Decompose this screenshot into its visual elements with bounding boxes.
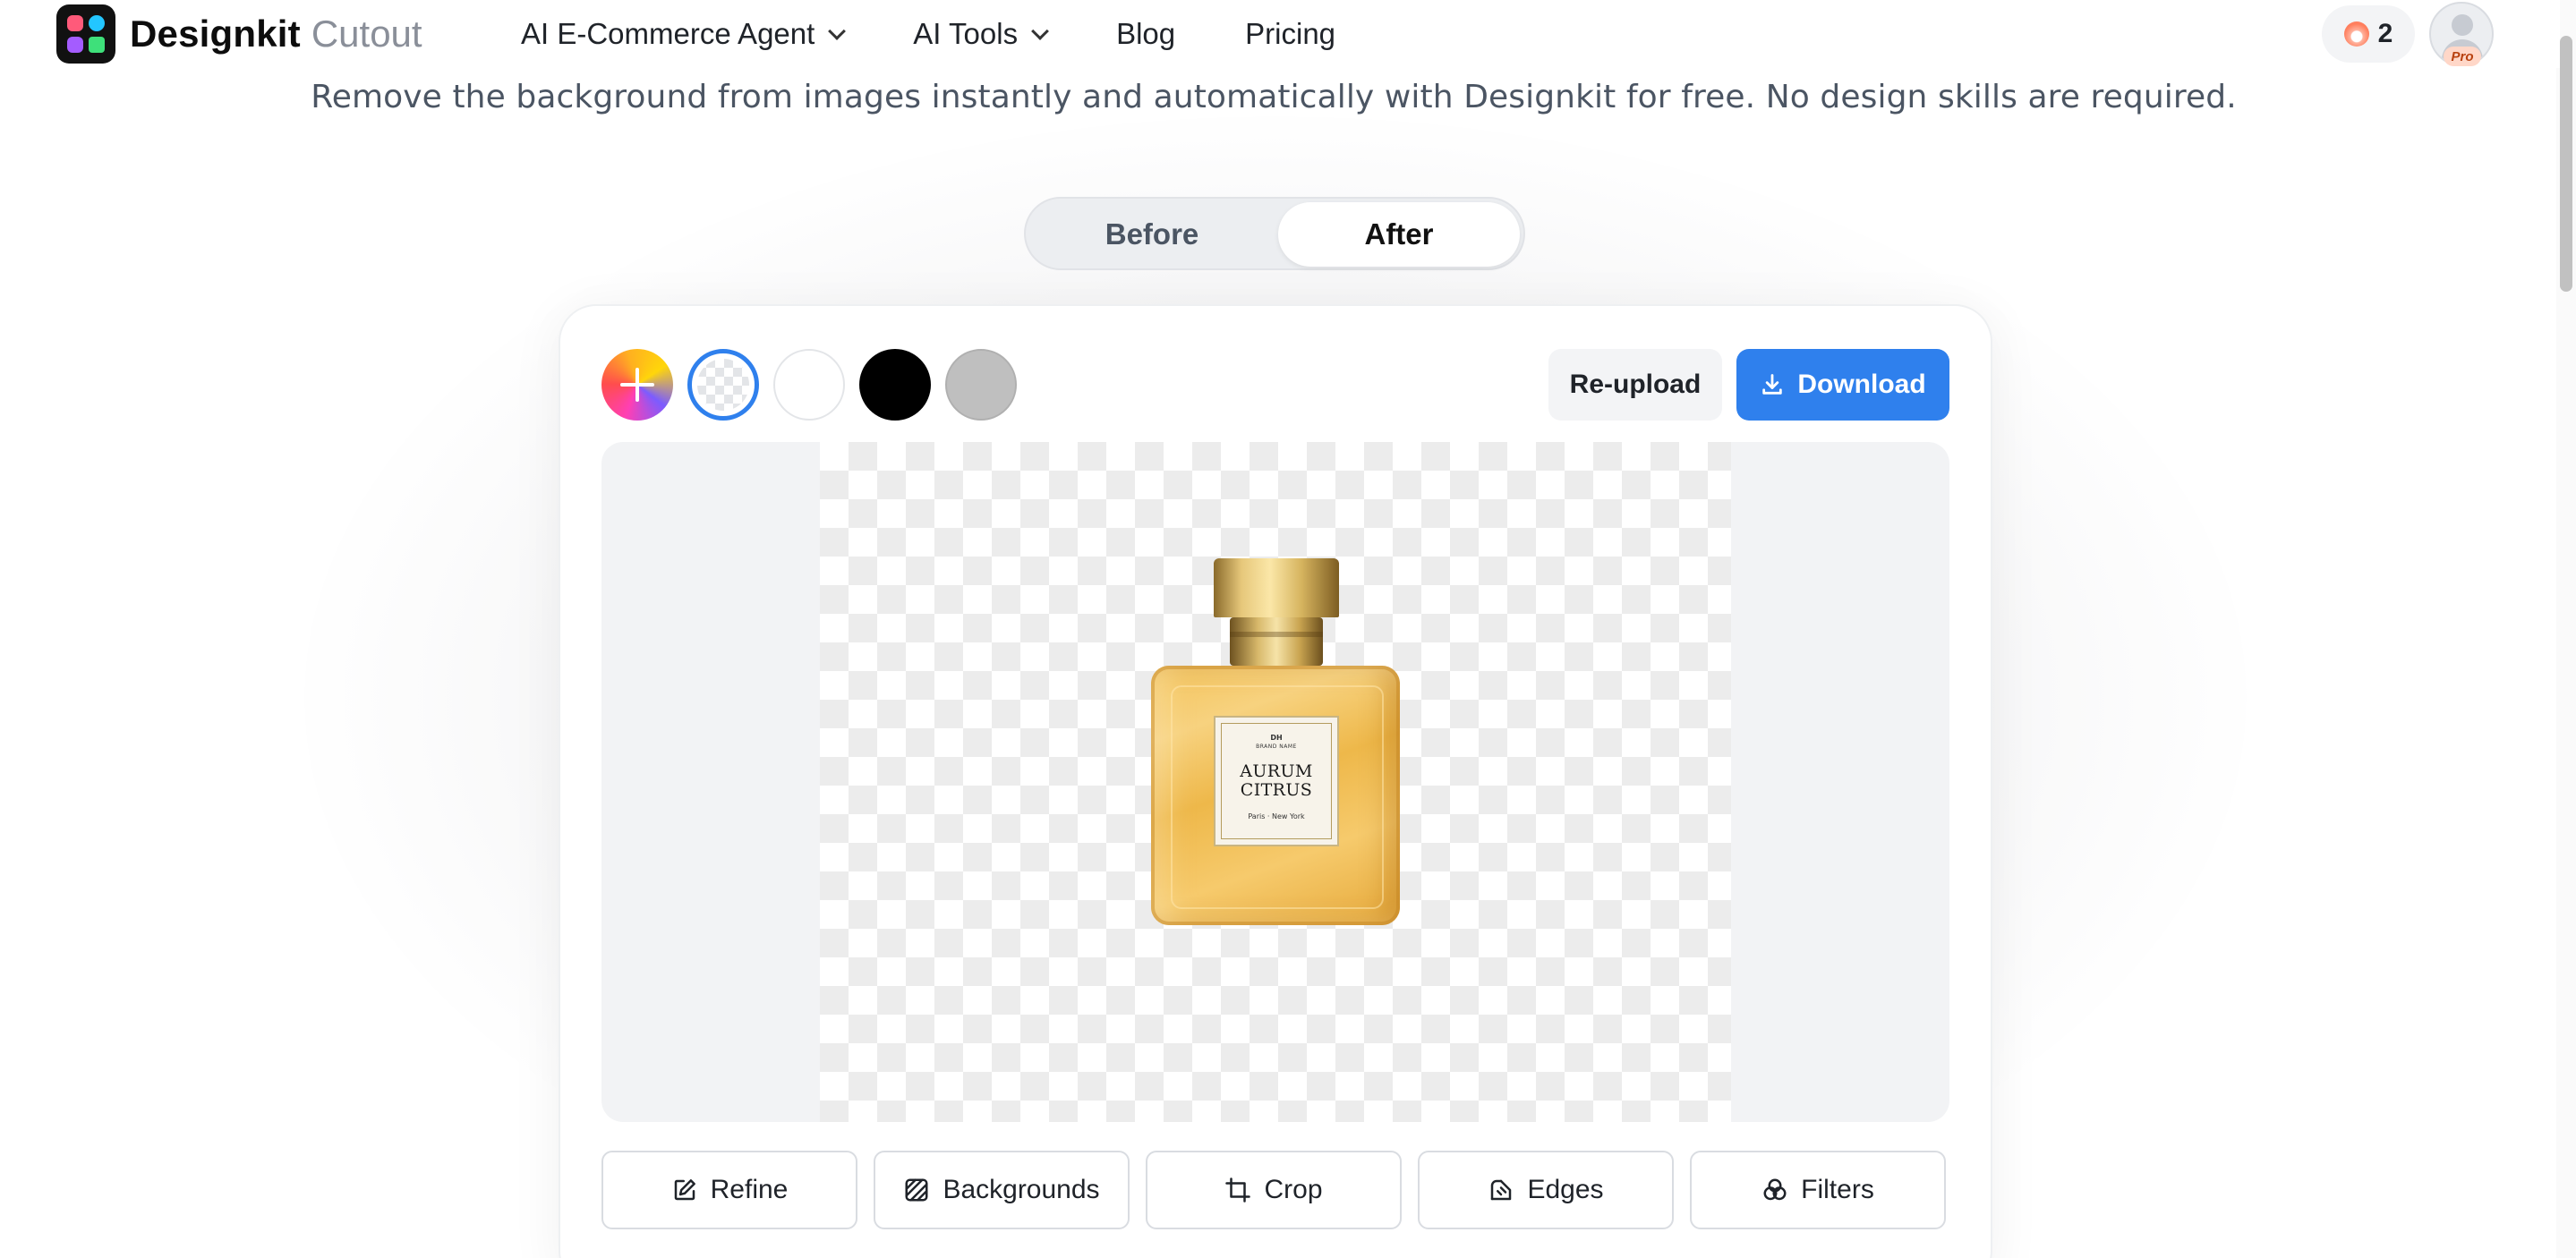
chevron-down-icon	[1031, 22, 1049, 40]
nav-pricing[interactable]: Pricing	[1245, 17, 1335, 51]
download-icon	[1762, 374, 1783, 395]
product-name: Cutout	[311, 13, 422, 55]
toggle-before[interactable]: Before	[1031, 202, 1273, 267]
white-swatch[interactable]	[773, 349, 845, 421]
bottle-neck	[1230, 617, 1323, 666]
credit-count: 2	[2377, 19, 2393, 48]
crop-icon	[1225, 1177, 1251, 1203]
edges-icon	[1491, 1179, 1512, 1201]
black-swatch[interactable]	[859, 349, 931, 421]
nav-label: AI E-Commerce Agent	[521, 17, 815, 50]
toggle-after[interactable]: After	[1278, 202, 1520, 267]
credits-badge[interactable]: 2	[2322, 5, 2415, 63]
avatar-head-shape	[2452, 14, 2473, 36]
top-navbar: Designkit Cutout AI E-Commerce Agent AI …	[0, 0, 2560, 68]
tool-label: Backgrounds	[943, 1175, 1100, 1204]
tool-label: Filters	[1801, 1175, 1874, 1204]
nav-label: AI Tools	[913, 17, 1019, 50]
bottle-cap	[1214, 558, 1339, 617]
hero-subtitle: Remove the background from images instan…	[311, 79, 2237, 115]
edges-button[interactable]: Edges	[1418, 1151, 1674, 1229]
tool-label: Edges	[1527, 1175, 1604, 1204]
filters-icon	[1763, 1178, 1787, 1201]
tool-label: Refine	[710, 1175, 789, 1204]
main-nav: AI E-Commerce Agent AI Tools Blog Pricin…	[521, 0, 1405, 68]
nav-blog[interactable]: Blog	[1116, 17, 1175, 51]
crop-button[interactable]: Crop	[1146, 1151, 1402, 1229]
credit-icon	[2343, 21, 2369, 47]
brand-name: Designkit	[130, 13, 301, 55]
nav-label: Pricing	[1245, 17, 1336, 50]
backgrounds-button[interactable]: Backgrounds	[874, 1151, 1130, 1229]
filters-button[interactable]: Filters	[1690, 1151, 1946, 1229]
plus-icon	[620, 368, 654, 402]
nav-ai-ecommerce-agent[interactable]: AI E-Commerce Agent	[521, 17, 847, 51]
download-label: Download	[1797, 370, 1926, 399]
page-scrollbar[interactable]	[2556, 0, 2576, 1258]
transparent-swatch[interactable]	[687, 349, 759, 421]
edit-icon	[674, 1179, 695, 1201]
add-color-swatch[interactable]	[601, 349, 673, 421]
checkerboard-icon	[697, 359, 749, 411]
product-image-perfume-bottle: DH BRAND NAME AURUM CITRUS Paris · New Y…	[1151, 555, 1400, 927]
tool-label: Crop	[1264, 1175, 1323, 1204]
pro-badge: Pro	[2444, 47, 2481, 66]
refine-button[interactable]: Refine	[601, 1151, 857, 1229]
scrollbar-thumb[interactable]	[2560, 36, 2572, 292]
nav-ai-tools[interactable]: AI Tools	[913, 17, 1049, 51]
designkit-logo[interactable]: Designkit Cutout	[56, 4, 422, 64]
hatch-icon	[905, 1178, 928, 1202]
gray-swatch[interactable]	[945, 349, 1017, 421]
nav-label: Blog	[1116, 17, 1176, 50]
chevron-down-icon	[828, 22, 847, 40]
bottle-label: DH BRAND NAME AURUM CITRUS Paris · New Y…	[1214, 716, 1339, 846]
download-button[interactable]: Download	[1736, 349, 1949, 421]
reupload-button[interactable]: Re-upload	[1548, 349, 1722, 421]
before-after-toggle: Before After	[1024, 197, 1525, 270]
designkit-logo-icon	[56, 4, 115, 64]
